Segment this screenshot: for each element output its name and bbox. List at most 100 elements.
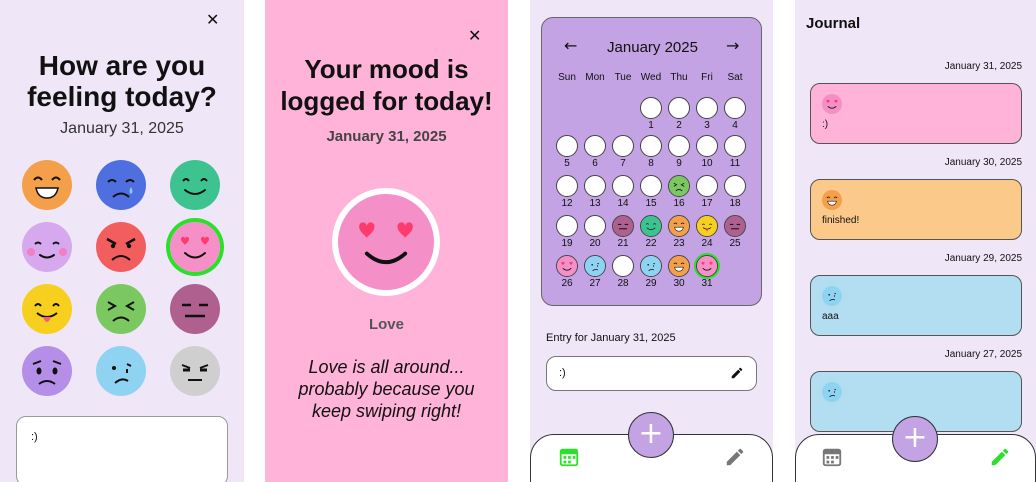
journal-entry-card[interactable]: finished! (810, 179, 1022, 240)
calendar-day-number: 2 (676, 120, 682, 131)
entry-label: Entry for January 31, 2025 (546, 332, 676, 344)
worried-face-icon[interactable] (22, 346, 72, 396)
squinting-face-icon[interactable] (96, 284, 146, 334)
laughing-face-icon[interactable] (22, 160, 72, 210)
calendar-day-21[interactable]: 21 (609, 215, 637, 253)
sad-face-icon[interactable] (96, 346, 146, 396)
calendar-day-3[interactable]: 3 (693, 97, 721, 135)
next-month-icon[interactable]: → (726, 36, 739, 55)
mood-quip: Love is all around... probably because y… (298, 357, 475, 421)
mood-picker-screen: ✕ How are you feeling today? January 31,… (0, 0, 244, 482)
blushing-face-icon[interactable] (22, 222, 72, 272)
annoyed-face-icon[interactable] (170, 346, 220, 396)
tongue-face-icon[interactable] (22, 284, 72, 334)
calendar-day-number: 21 (617, 238, 629, 249)
calendar-day-29[interactable]: 29 (637, 255, 665, 293)
entry-field[interactable]: :) (546, 356, 757, 391)
add-entry-button[interactable]: + (892, 416, 938, 462)
squinting-face-icon (668, 175, 690, 197)
calendar-nav-icon[interactable] (821, 446, 843, 468)
calendar-day-number: 23 (673, 238, 685, 249)
calendar-day-number: 5 (564, 158, 570, 169)
empty-day-circle (724, 175, 746, 197)
calendar-day-10[interactable]: 10 (693, 135, 721, 173)
weekday-label: Mon (585, 72, 605, 83)
empty-day-circle (612, 175, 634, 197)
calendar-nav-icon[interactable] (558, 446, 580, 468)
empty-day-circle (556, 215, 578, 237)
add-entry-button[interactable]: + (628, 412, 674, 458)
love-face-icon (696, 255, 718, 277)
mood-question: How are you feeling today? (27, 50, 217, 112)
edit-pencil-icon[interactable] (730, 366, 744, 380)
entry-text: :) (559, 367, 566, 379)
calendar-day-4[interactable]: 4 (721, 97, 749, 135)
calendar-day-31[interactable]: 31 (693, 255, 721, 293)
laughing-face-icon (668, 255, 690, 277)
calendar: ← January 2025 → Sun Mon Tue Wed Thu Fri Sat 1 2… (541, 17, 762, 306)
calendar-day-2[interactable]: 2 (665, 97, 693, 135)
calendar-day-5[interactable]: 5 (553, 135, 581, 173)
angry-face-icon[interactable] (96, 222, 146, 272)
calendar-day-16[interactable]: 16 (665, 175, 693, 213)
calendar-day-7[interactable]: 7 (609, 135, 637, 173)
calendar-day-number: 11 (729, 158, 741, 169)
smiling-face-icon[interactable] (170, 160, 220, 210)
calendar-day-20[interactable]: 20 (581, 215, 609, 253)
calendar-day-1[interactable]: 1 (637, 97, 665, 135)
calendar-day-number: 6 (592, 158, 598, 169)
logged-date: January 31, 2025 (326, 128, 447, 145)
calendar-day-24[interactable]: 24 (693, 215, 721, 253)
empty-day-circle (584, 175, 606, 197)
empty-day-circle (696, 175, 718, 197)
journal-entry-card[interactable]: :) (810, 83, 1022, 144)
calendar-day-23[interactable]: 23 (665, 215, 693, 253)
empty-day-circle (556, 175, 578, 197)
calendar-day-number: 8 (648, 158, 654, 169)
close-icon[interactable]: ✕ (468, 26, 481, 45)
calendar-day-number: 4 (732, 120, 738, 131)
calendar-day-9[interactable]: 9 (665, 135, 693, 173)
calendar-day-12[interactable]: 12 (553, 175, 581, 213)
calendar-day-30[interactable]: 30 (665, 255, 693, 293)
note-input[interactable]: :) (16, 416, 228, 482)
calendar-day-number: 15 (645, 198, 657, 209)
empty-day-circle (640, 175, 662, 197)
close-icon[interactable]: ✕ (206, 10, 219, 29)
calendar-day-number: 31 (701, 278, 713, 289)
calendar-day-27[interactable]: 27 (581, 255, 609, 293)
sad-face-icon (584, 255, 606, 277)
logged-title: Your mood is logged for today! (280, 54, 493, 116)
calendar-day-19[interactable]: 19 (553, 215, 581, 253)
empty-day-circle (612, 135, 634, 157)
calendar-day-13[interactable]: 13 (581, 175, 609, 213)
calendar-day-18[interactable]: 18 (721, 175, 749, 213)
weekday-label: Thu (670, 72, 688, 83)
empty-day-circle (584, 135, 606, 157)
calendar-day-15[interactable]: 15 (637, 175, 665, 213)
mood-logged-screen: ✕ Your mood is logged for today! January… (265, 0, 508, 482)
calendar-day-number: 18 (729, 198, 741, 209)
neutral-face-icon (724, 215, 746, 237)
journal-entry-text: :) (822, 119, 829, 130)
calendar-day-number: 13 (589, 198, 601, 209)
empty-day-circle (612, 255, 634, 277)
calendar-day-22[interactable]: 22 (637, 215, 665, 253)
calendar-day-8[interactable]: 8 (637, 135, 665, 173)
journal-nav-icon[interactable] (989, 446, 1011, 468)
calendar-day-11[interactable]: 11 (721, 135, 749, 173)
empty-day-circle (668, 135, 690, 157)
journal-entry-card[interactable]: aaa (810, 275, 1022, 336)
calendar-day-26[interactable]: 26 (553, 255, 581, 293)
calendar-day-6[interactable]: 6 (581, 135, 609, 173)
laughing-face-icon (822, 190, 842, 215)
crying-face-icon[interactable] (96, 160, 146, 210)
picker-date: January 31, 2025 (60, 120, 184, 137)
love-face-icon[interactable] (170, 222, 220, 272)
neutral-face-icon[interactable] (170, 284, 220, 334)
journal-nav-icon[interactable] (724, 446, 746, 468)
calendar-day-17[interactable]: 17 (693, 175, 721, 213)
calendar-day-28[interactable]: 28 (609, 255, 637, 293)
calendar-day-14[interactable]: 14 (609, 175, 637, 213)
calendar-day-25[interactable]: 25 (721, 215, 749, 253)
